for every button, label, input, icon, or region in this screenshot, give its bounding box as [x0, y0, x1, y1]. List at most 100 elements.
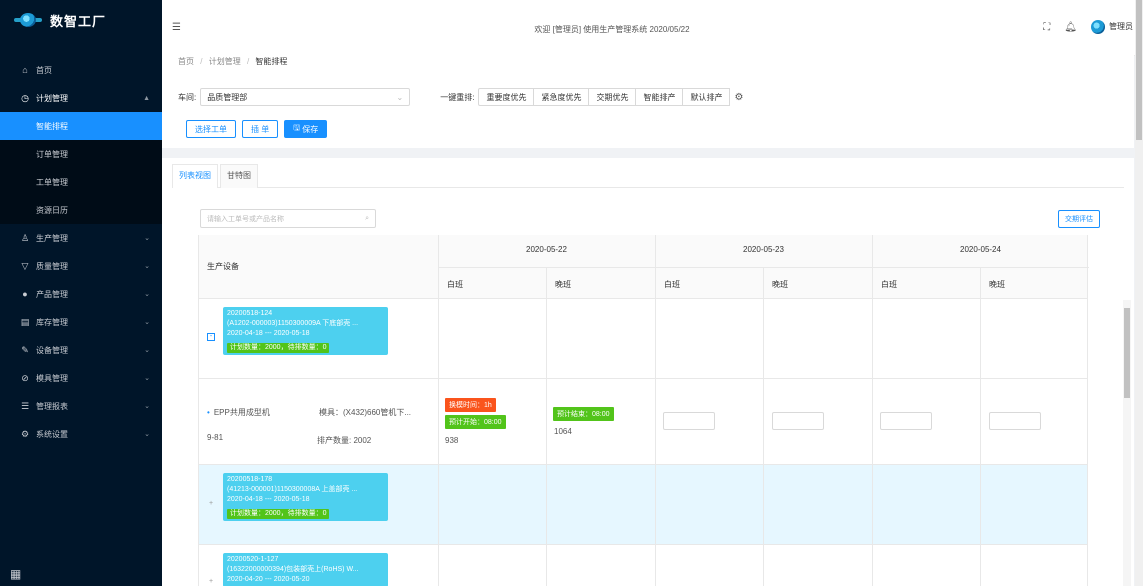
- work-order-product: (16322000000394)包装部壳上(RoHS) W...: [227, 566, 359, 573]
- breadcrumb-home[interactable]: 首页: [178, 57, 194, 66]
- sidebar-item-reports[interactable]: ☰ 管理报表 ⌄: [0, 392, 162, 420]
- logo-text: 数智工厂: [50, 13, 107, 29]
- device-code: 9-81: [207, 433, 224, 442]
- bell-icon[interactable]: 🔔︎: [1064, 22, 1077, 33]
- sidebar-item-plan[interactable]: ◷ 计划管理 ▲: [0, 84, 162, 112]
- expand-toggle[interactable]: +: [207, 578, 215, 586]
- save-label: 保存: [302, 124, 319, 134]
- collapse-toggle[interactable]: -: [207, 333, 215, 341]
- tab-gantt[interactable]: 甘特图: [220, 164, 258, 188]
- shift-qty-input[interactable]: [989, 412, 1041, 430]
- sidebar-item-label: 管理报表: [36, 401, 68, 411]
- table-header: 生产设备 2020-05-22 2020-05-23 2020-05-24 白班…: [199, 235, 1089, 299]
- device-name: • EPP共用成型机: [207, 408, 270, 417]
- chevron-down-icon: ⌄: [144, 263, 150, 270]
- save-button[interactable]: 🖫︎ 保存: [284, 120, 328, 138]
- scrollbar-thumb[interactable]: [1124, 308, 1130, 398]
- user-menu[interactable]: 管理员: [1091, 20, 1133, 34]
- filter-row: 车间: 品质管理部 ⌄ 一键重排: 重要度优先 紧急度优先 交期优先 智能排产 …: [178, 88, 743, 106]
- breadcrumb: 首页 / 计划管理 / 智能排程: [178, 56, 287, 67]
- work-order-card[interactable]: 20200518-178 (41213-000001)1150300008A 上…: [223, 473, 388, 521]
- chevron-up-icon: ▲: [143, 94, 150, 102]
- sidebar-item-equipment[interactable]: ✎ 设备管理 ⌄: [0, 336, 162, 364]
- sidebar-item-label: 智能排程: [36, 121, 68, 131]
- sort-delivery-button[interactable]: 交期优先: [588, 88, 637, 106]
- schedule-table: 生产设备 2020-05-22 2020-05-23 2020-05-24 白班…: [198, 235, 1098, 586]
- app-root: 数智工厂 ⌂ 首页 ◷ 计划管理 ▲ 智能排程 订单管理 工单管理 资源日历 ♙…: [0, 0, 1143, 586]
- sidebar-item-production[interactable]: ♙ 生产管理 ⌄: [0, 224, 162, 252]
- chevron-down-icon: ⌄: [144, 403, 150, 410]
- shift-qty-input[interactable]: [880, 412, 932, 430]
- shift-header: 晚班: [555, 280, 571, 289]
- sidebar-item-settings[interactable]: ⚙ 系统设置 ⌄: [0, 420, 162, 448]
- select-order-button[interactable]: 选择工单: [186, 120, 236, 138]
- work-order-product: (41213-000001)1150300008A 上盖部壳 ...: [227, 486, 358, 493]
- sidebar-item-work-orders[interactable]: 工单管理: [0, 168, 162, 196]
- breadcrumb-plan[interactable]: 计划管理: [209, 57, 241, 66]
- shift-qty-input[interactable]: [663, 412, 715, 430]
- insert-order-button[interactable]: 插 单: [242, 120, 279, 138]
- work-order-card[interactable]: 20200520-1-127 (16322000000394)包装部壳上(RoH…: [223, 553, 388, 586]
- shift-qty-input[interactable]: [772, 412, 824, 430]
- breadcrumb-separator: /: [200, 57, 203, 66]
- qrcode-icon[interactable]: ▦: [10, 568, 22, 580]
- chevron-down-icon: ⌄: [144, 375, 150, 382]
- sidebar-item-mold[interactable]: ⊘ 模具管理 ⌄: [0, 364, 162, 392]
- sidebar-item-home[interactable]: ⌂ 首页: [0, 56, 162, 84]
- avatar: [1091, 20, 1105, 34]
- table-row: + 20200518-178 (41213-000001)1150300008A…: [199, 465, 1087, 545]
- day-shift-qty: 938: [445, 436, 459, 445]
- sidebar-item-product[interactable]: ● 产品管理 ⌄: [0, 280, 162, 308]
- workshop-select[interactable]: 品质管理部 ⌄: [200, 88, 411, 106]
- default-schedule-button[interactable]: 默认排产: [682, 88, 731, 106]
- breadcrumb-current: 智能排程: [255, 57, 288, 66]
- sidebar-item-orders[interactable]: 订单管理: [0, 140, 162, 168]
- sidebar-item-resource-calendar[interactable]: 资源日历: [0, 196, 162, 224]
- sidebar: 数智工厂 ⌂ 首页 ◷ 计划管理 ▲ 智能排程 订单管理 工单管理 资源日历 ♙…: [0, 0, 162, 586]
- start-time-tag: 预计开始：08:00: [445, 415, 506, 429]
- sidebar-item-label: 质量管理: [36, 261, 68, 271]
- shift-header: 白班: [447, 280, 463, 289]
- fullscreen-icon[interactable]: ⛶: [1043, 22, 1050, 33]
- work-order-id: 20200518-124: [227, 310, 273, 317]
- sidebar-item-inventory[interactable]: ▤ 库存管理 ⌄: [0, 308, 162, 336]
- save-icon: 🖫︎: [293, 123, 303, 132]
- sort-importance-button[interactable]: 重要度优先: [478, 88, 535, 106]
- work-order-qty-badge: 计划数量：2000，待排数量：0: [227, 509, 330, 519]
- smart-schedule-button[interactable]: 智能排产: [635, 88, 684, 106]
- night-shift-qty: 1064: [554, 427, 572, 436]
- sidebar-item-quality[interactable]: ▽ 质量管理 ⌄: [0, 252, 162, 280]
- scrollbar-thumb[interactable]: [1136, 0, 1142, 140]
- home-icon: ⌂: [22, 65, 28, 75]
- sort-urgency-button[interactable]: 紧急度优先: [533, 88, 590, 106]
- work-order-card[interactable]: 20200518-124 (A1202-000003)1150300009A 下…: [223, 307, 388, 355]
- filter-panel: 首页 / 计划管理 / 智能排程 车间: 品质管理部 ⌄ 一键重排: 重要度优先…: [162, 40, 1134, 148]
- sidebar-item-label: 计划管理: [36, 93, 68, 103]
- shift-header: 白班: [664, 280, 680, 289]
- device-column-header: 生产设备: [207, 262, 239, 271]
- work-order-product: (A1202-000003)1150300009A 下底部壳 ...: [227, 320, 359, 327]
- table-scrollbar[interactable]: [1123, 300, 1131, 586]
- box-icon: ▤: [20, 316, 30, 327]
- sidebar-item-label: 订单管理: [36, 149, 68, 159]
- work-order-dates: 2020-04-18 --- 2020-05-18: [227, 496, 310, 503]
- tab-list-view[interactable]: 列表视图: [172, 164, 218, 188]
- action-row: 选择工单 插 单 🖫︎ 保存: [186, 120, 328, 138]
- date-header: 2020-05-24: [960, 245, 1001, 254]
- end-time-tag: 预计结束：08:00: [553, 407, 614, 421]
- breadcrumb-separator: /: [246, 57, 250, 66]
- chevron-down-icon: ⌄: [144, 319, 150, 326]
- view-tabs: 列表视图 甘特图: [172, 164, 1124, 188]
- expand-toggle[interactable]: +: [207, 500, 215, 509]
- sidebar-item-label: 工单管理: [36, 177, 68, 187]
- logo-icon: [14, 12, 42, 28]
- gear-icon[interactable]: ⚙: [734, 92, 743, 103]
- date-header: 2020-05-22: [526, 245, 567, 254]
- delivery-eval-button[interactable]: 交期评估: [1058, 210, 1100, 228]
- sidebar-item-label: 系统设置: [36, 429, 68, 439]
- sidebar-item-smart-schedule[interactable]: 智能排程: [0, 112, 162, 140]
- plan-submenu: 智能排程 订单管理 工单管理 资源日历: [0, 112, 162, 224]
- page-scrollbar[interactable]: [1135, 0, 1143, 586]
- search-input[interactable]: 请输入工单号或产品名称 ⌕: [200, 209, 376, 228]
- date-header: 2020-05-23: [743, 245, 784, 254]
